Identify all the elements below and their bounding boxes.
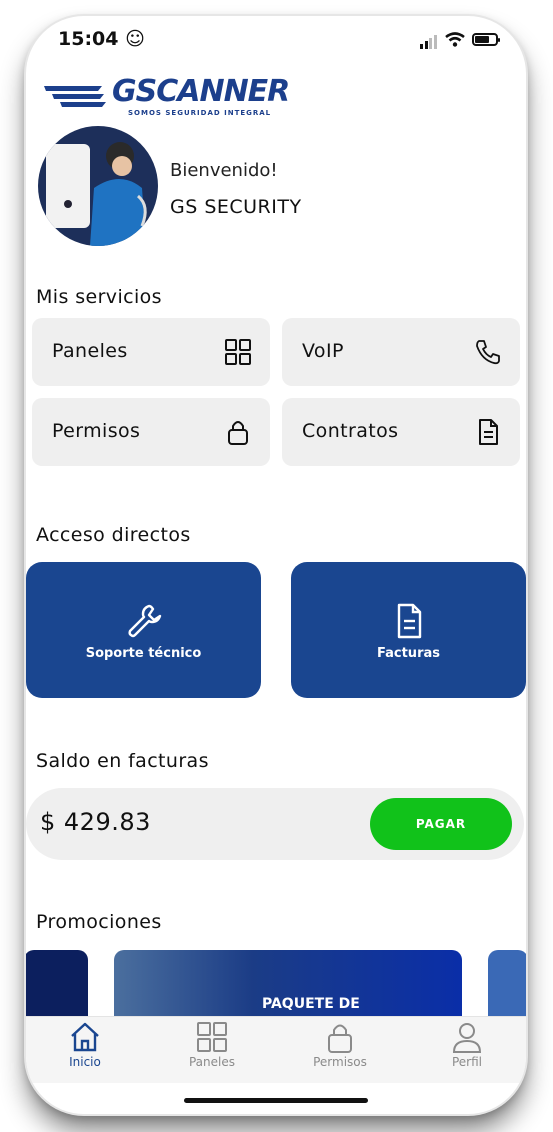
wrench-icon [127, 604, 161, 638]
tab-bar: Inicio Paneles Permisos Perfil [26, 1016, 526, 1083]
tab-label: Paneles [188, 1055, 235, 1069]
shortcuts-title: Acceso directos [36, 524, 191, 546]
balance-card: $ 429.83 PAGAR [26, 788, 524, 860]
user-avatar[interactable] [38, 126, 158, 246]
user-name: GS SECURITY [170, 196, 302, 218]
balance-title: Saldo en facturas [36, 750, 209, 772]
status-time: 15:04 ☺ [58, 28, 145, 50]
shortcut-facturas[interactable]: Facturas [291, 562, 526, 698]
logo-tagline: SOMOS SEGURIDAD INTEGRAL [128, 109, 272, 117]
service-label: Contratos [302, 420, 399, 442]
logo-text: GSCANNER [112, 74, 290, 109]
cellular-signal-icon [420, 30, 438, 49]
promo-title: PAQUETE DE [262, 996, 360, 1012]
promotions-title: Promociones [36, 911, 162, 933]
grid-icon [225, 339, 251, 365]
tab-permisos[interactable]: Permisos [295, 1017, 385, 1083]
welcome-text: Bienvenido! [170, 160, 278, 181]
user-icon [452, 1023, 482, 1053]
shortcut-label: Soporte técnico [85, 646, 202, 661]
notch [144, 16, 418, 50]
service-contratos[interactable]: Contratos [282, 398, 520, 466]
phone-frame: 15:04 ☺ GSCANNER SOMOS SEGURIDAD INTEGRA… [26, 16, 526, 1114]
battery-icon [472, 33, 500, 46]
status-icons [420, 30, 500, 49]
lock-icon [328, 1024, 352, 1053]
service-label: Permisos [52, 420, 141, 442]
service-paneles[interactable]: Paneles [32, 318, 270, 386]
pay-button[interactable]: PAGAR [370, 798, 512, 850]
tab-inicio[interactable]: Inicio [40, 1017, 130, 1083]
tab-label: Perfil [451, 1055, 483, 1069]
document-icon [397, 603, 421, 639]
home-indicator [184, 1098, 368, 1103]
wifi-icon [445, 32, 465, 47]
shortcut-label: Facturas [377, 646, 440, 661]
phone-icon [476, 340, 500, 365]
lock-icon [228, 421, 248, 445]
home-icon [71, 1022, 99, 1052]
service-label: Paneles [52, 340, 128, 362]
tab-perfil[interactable]: Perfil [422, 1017, 512, 1083]
service-voip[interactable]: VoIP [282, 318, 520, 386]
grid-icon [197, 1022, 227, 1052]
service-label: VoIP [302, 340, 344, 362]
logo-mark-icon [44, 86, 106, 107]
shortcut-soporte[interactable]: Soporte técnico [26, 562, 261, 698]
balance-amount: $ 429.83 [40, 808, 151, 836]
document-icon [479, 419, 498, 445]
service-permisos[interactable]: Permisos [32, 398, 270, 466]
brand-logo: GSCANNER SOMOS SEGURIDAD INTEGRAL [42, 74, 290, 117]
tab-label: Inicio [69, 1055, 101, 1069]
tab-label: Permisos [313, 1055, 367, 1069]
services-title: Mis servicios [36, 286, 162, 308]
tab-paneles[interactable]: Paneles [167, 1017, 257, 1083]
